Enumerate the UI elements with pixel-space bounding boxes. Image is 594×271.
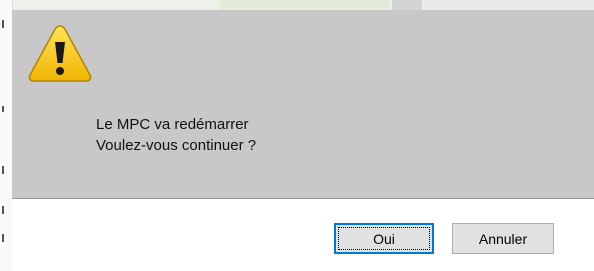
warning-icon [24, 20, 96, 86]
message-dialog: Le MPC va redémarrer Voulez-vous continu… [12, 10, 594, 271]
message-area: Le MPC va redémarrer Voulez-vous continu… [12, 10, 594, 199]
yes-button[interactable]: Oui [334, 223, 434, 254]
message-line-2: Voulez-vous continuer ? [96, 137, 257, 154]
dialog-button-bar: Oui Annuler [12, 199, 594, 271]
dialog-message: Le MPC va redémarrer Voulez-vous continu… [96, 114, 256, 156]
message-line-1: Le MPC va redémarrer [96, 116, 249, 133]
cancel-button[interactable]: Annuler [452, 223, 554, 254]
